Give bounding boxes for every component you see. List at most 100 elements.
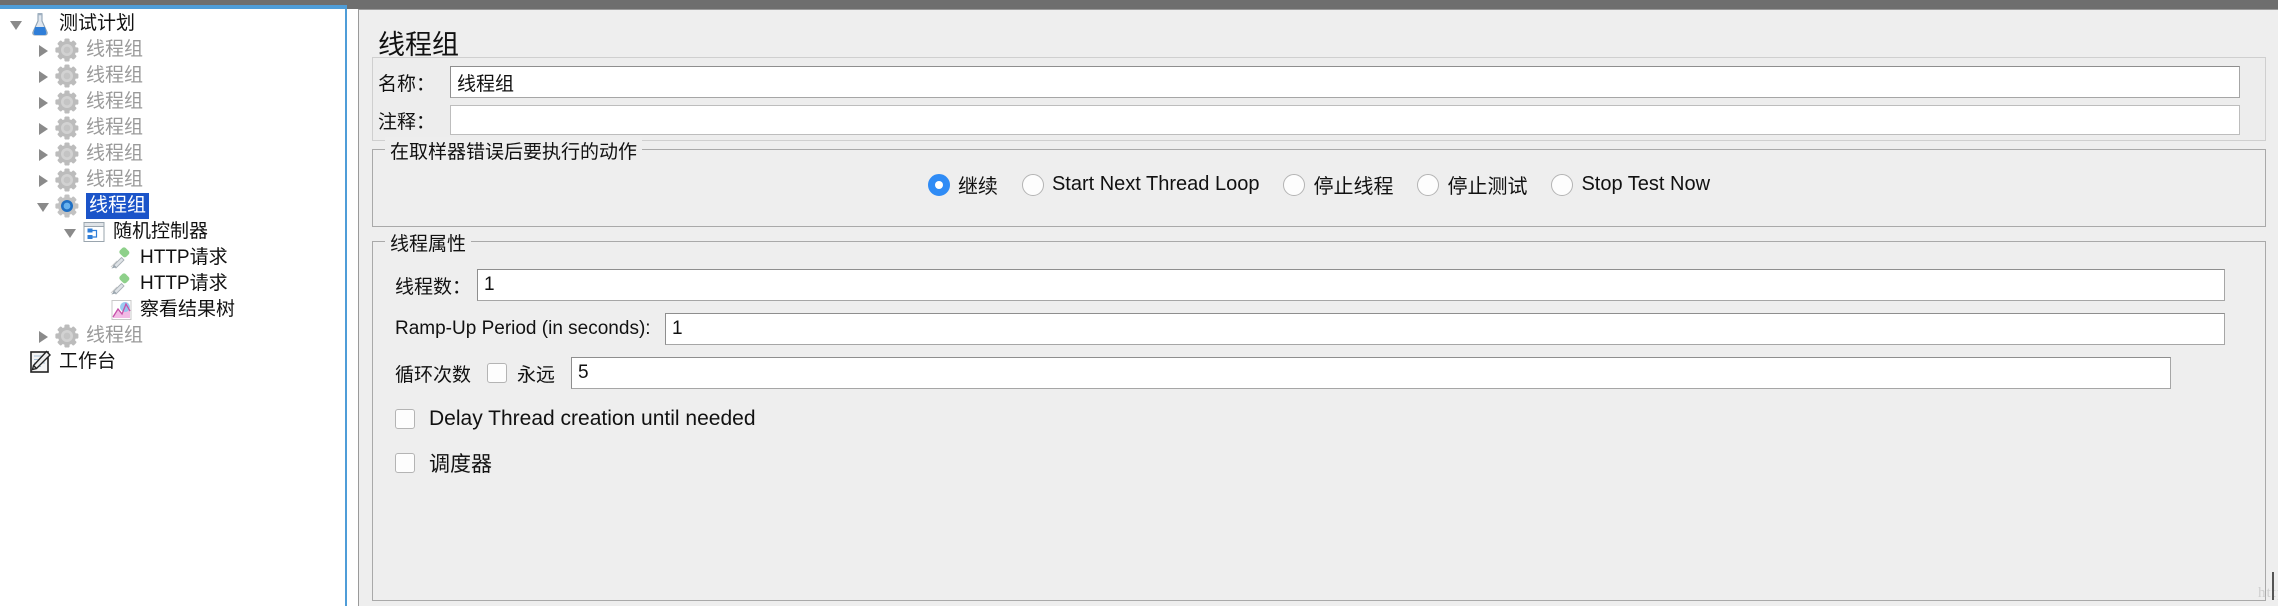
radio-button[interactable] xyxy=(1283,173,1306,196)
thread-count-input[interactable] xyxy=(477,269,2225,301)
chevron-right-icon[interactable] xyxy=(37,44,50,57)
tree-node-label: 线程组 xyxy=(86,169,144,190)
test-plan-tree[interactable]: 测试计划 线程组 线程组 线程组 线程组 线程组 线程组 线程组 随机控制器 H… xyxy=(0,9,345,606)
error-action-option-label: 停止线程 xyxy=(1313,176,1394,198)
name-label: 名称： xyxy=(378,73,436,95)
tree-node[interactable]: 线程组 xyxy=(37,63,143,89)
error-action-legend: 在取样器错误后要执行的动作 xyxy=(385,137,643,164)
chevron-down-icon[interactable] xyxy=(64,226,77,239)
thread-count-row: 线程数： xyxy=(395,268,2245,302)
delay-thread-creation-checkbox[interactable] xyxy=(395,409,415,429)
name-input[interactable] xyxy=(450,66,2240,98)
forever-label: 永远 xyxy=(517,364,556,386)
radio-button[interactable] xyxy=(1021,173,1044,196)
comment-row: 注释： xyxy=(378,103,2258,137)
thread-group-editor: 线程组 名称： 注释： 在取样器错误后要执行的动作 继续Start Next T… xyxy=(358,9,2278,606)
gear-icon xyxy=(54,116,80,140)
error-action-option-label: Stop Test Now xyxy=(1581,173,1711,195)
gear-icon xyxy=(54,64,80,88)
error-action-group: 在取样器错误后要执行的动作 继续 Start Next Thread Loop 停止… xyxy=(372,137,2266,227)
tree-node-label: 测试计划 xyxy=(59,13,136,34)
error-action-option[interactable]: Start Next Thread Loop xyxy=(1021,173,1260,196)
gear-icon xyxy=(54,168,80,192)
tree-node[interactable]: 线程组 xyxy=(37,167,143,193)
error-action-option[interactable]: Stop Test Now xyxy=(1551,173,1710,196)
error-action-option[interactable]: 停止线程 xyxy=(1283,170,1393,199)
error-action-option-label: Start Next Thread Loop xyxy=(1051,173,1260,195)
name-row: 名称： xyxy=(378,65,2258,99)
tree-node-label: 察看结果树 xyxy=(140,299,236,320)
tree-node-label: 线程组 xyxy=(86,325,144,346)
chevron-right-icon[interactable] xyxy=(37,70,50,83)
thread-properties-legend: 线程属性 xyxy=(385,229,472,256)
gear-icon xyxy=(54,38,80,62)
error-action-option-label: 停止测试 xyxy=(1447,176,1528,198)
error-action-option[interactable]: 停止测试 xyxy=(1417,170,1527,199)
tree-node-label: 随机控制器 xyxy=(113,221,209,242)
error-action-radio-group[interactable]: 继续 Start Next Thread Loop 停止线程 停止测试 Stop Tes… xyxy=(373,170,2265,199)
chevron-right-icon[interactable] xyxy=(37,174,50,187)
chevron-right-icon[interactable] xyxy=(37,330,50,343)
radio-button[interactable] xyxy=(1551,173,1574,196)
gear-icon xyxy=(54,324,80,348)
text-caret xyxy=(2272,572,2274,600)
tree-panel-focus-border-right xyxy=(345,9,347,606)
error-action-option-label: 继续 xyxy=(957,176,998,198)
tree-node-label: 线程组 xyxy=(86,65,144,86)
tree-node-label: 线程组 xyxy=(86,117,144,138)
scheduler-checkbox[interactable] xyxy=(395,453,415,473)
http-request-icon xyxy=(108,246,134,270)
tree-node[interactable]: HTTP请求 xyxy=(91,271,228,297)
scheduler-label: 调度器 xyxy=(429,453,492,476)
tree-node[interactable]: 随机控制器 xyxy=(64,219,208,245)
error-action-option[interactable]: 继续 xyxy=(927,170,998,199)
tree-node[interactable]: 线程组 xyxy=(37,115,143,141)
delay-thread-creation-row[interactable]: Delay Thread creation until needed xyxy=(395,404,2245,434)
radio-button[interactable] xyxy=(1417,173,1440,196)
gear-icon xyxy=(54,142,80,166)
tree-node[interactable]: 线程组 xyxy=(37,141,143,167)
tree-node[interactable]: 线程组 xyxy=(37,193,150,219)
loop-count-label: 循环次数 xyxy=(395,364,472,386)
tree-node[interactable]: 工作台 xyxy=(10,349,116,375)
tree-node[interactable]: 线程组 xyxy=(37,89,143,115)
chevron-right-icon[interactable] xyxy=(37,122,50,135)
loop-count-input[interactable] xyxy=(571,357,2172,389)
watermark-text: http://blog.csdn.net/nfzh1k xyxy=(2258,585,2278,601)
gear-icon xyxy=(54,90,80,114)
tree-node-label: 线程组 xyxy=(86,39,144,60)
chevron-down-icon[interactable] xyxy=(10,18,23,31)
flask-icon xyxy=(27,12,53,36)
delay-thread-creation-label: Delay Thread creation until needed xyxy=(429,407,756,430)
tree-node-label: 线程组 xyxy=(86,91,144,112)
thread-properties-group: 线程属性 线程数： Ramp-Up Period (in seconds): 循… xyxy=(372,229,2266,601)
tree-node-label: 线程组 xyxy=(86,143,144,164)
chevron-right-icon[interactable] xyxy=(37,148,50,161)
tree-node[interactable]: 察看结果树 xyxy=(91,297,235,323)
ramp-up-row: Ramp-Up Period (in seconds): xyxy=(395,312,2245,346)
tree-node[interactable]: 线程组 xyxy=(37,37,143,63)
comment-label: 注释： xyxy=(378,111,436,133)
comment-input[interactable] xyxy=(450,105,2240,135)
radio-button[interactable] xyxy=(927,173,950,196)
ramp-up-label: Ramp-Up Period (in seconds): xyxy=(395,318,651,339)
chevron-right-icon[interactable] xyxy=(37,96,50,109)
tree-node[interactable]: 线程组 xyxy=(37,323,143,349)
forever-checkbox[interactable] xyxy=(487,363,508,383)
chevron-down-icon[interactable] xyxy=(37,200,50,213)
tree-node-label: HTTP请求 xyxy=(140,273,228,294)
tree-node-label: HTTP请求 xyxy=(140,247,228,268)
http-request-icon xyxy=(108,272,134,296)
tree-node[interactable]: 测试计划 xyxy=(10,11,135,37)
scheduler-row[interactable]: 调度器 xyxy=(395,448,2245,478)
workbench-icon xyxy=(27,350,53,374)
thread-count-label: 线程数： xyxy=(395,276,472,298)
ramp-up-input[interactable] xyxy=(665,313,2225,345)
jmeter-window: 测试计划 线程组 线程组 线程组 线程组 线程组 线程组 线程组 随机控制器 H… xyxy=(0,0,2278,606)
tree-node[interactable]: HTTP请求 xyxy=(91,245,228,271)
tree-node-label: 工作台 xyxy=(59,351,117,372)
controller-icon xyxy=(81,220,107,244)
